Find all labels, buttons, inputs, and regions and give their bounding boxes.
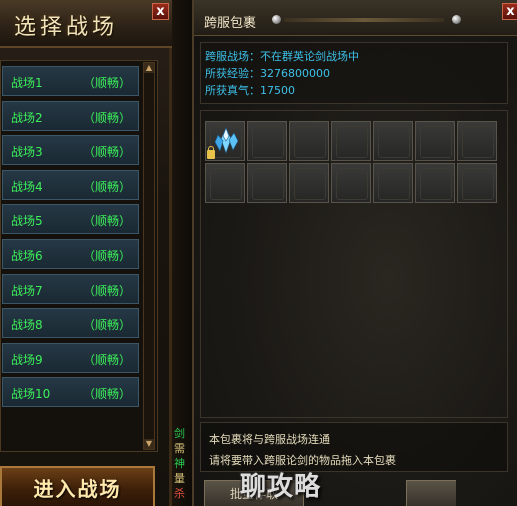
lock-icon [207, 146, 215, 159]
scrollbar[interactable]: ▲ ▼ [143, 62, 155, 450]
close-button[interactable]: x [152, 3, 169, 20]
scroll-down-icon[interactable]: ▼ [144, 439, 154, 449]
package-slot[interactable] [457, 121, 497, 161]
battlefield-item[interactable]: 战场5 （顺畅） [2, 204, 139, 235]
battlefield-status: （顺畅） [83, 352, 132, 367]
side-text-char: 杀 [174, 487, 185, 500]
battlefield-name: 战场7 [11, 283, 43, 298]
battlefield-name: 战场4 [11, 179, 43, 194]
battlefield-name: 战场5 [11, 214, 43, 229]
battlefield-name: 战场1 [11, 76, 43, 90]
close-button[interactable]: x [502, 3, 517, 20]
battlefield-name: 战场9 [11, 352, 43, 367]
battlefield-status: （顺畅） [83, 110, 132, 125]
battlefield-status: （顺畅） [83, 179, 132, 194]
enter-battlefield-button[interactable]: 进入战场 [0, 466, 155, 506]
package-slot[interactable] [205, 163, 245, 203]
package-slot[interactable] [373, 163, 413, 203]
battlefield-name: 战场2 [11, 110, 43, 125]
package-slot[interactable] [289, 163, 329, 203]
orb-icon [272, 15, 281, 24]
panel-title: 选择战场 [14, 15, 119, 40]
battlefield-item[interactable]: 战场6 （顺畅） [2, 239, 139, 269]
package-slot[interactable] [373, 121, 413, 161]
battlefield-status: （顺畅） [83, 387, 132, 402]
package-slot[interactable] [247, 163, 287, 203]
side-text-char: 量 [174, 472, 185, 485]
package-slot[interactable] [247, 121, 287, 161]
package-slot[interactable] [415, 121, 455, 161]
battlefield-item[interactable]: 战场9 （顺畅） [2, 342, 139, 373]
package-slot[interactable] [331, 121, 371, 161]
crystal-icon [214, 127, 239, 154]
side-text: 剑 需 神 量 杀 [174, 426, 188, 501]
battlefield-item[interactable]: 战场10 （顺畅） [2, 377, 139, 408]
battlefield-status-text: 跨服战场：不在群英论剑战场中 [205, 50, 359, 63]
battlefield-name: 战场10 [11, 387, 51, 402]
scroll-up-icon[interactable]: ▲ [144, 63, 154, 73]
battlefield-name: 战场6 [11, 249, 43, 263]
side-text-char: 神 [174, 457, 185, 470]
package-title: 跨服包裹 [204, 16, 257, 31]
package-info: 跨服战场：不在群英论剑战场中 所获经验：3276800000 所获真气：1750… [200, 42, 508, 104]
battlefield-item[interactable]: 战场7 （顺畅） [2, 273, 139, 304]
battlefield-status: （顺畅） [83, 214, 132, 229]
notice-line: 本包裹将与跨服战场连通 [209, 433, 330, 446]
battlefield-status: （顺畅） [83, 249, 132, 263]
battlefield-status: （顺畅） [83, 283, 132, 298]
battlefield-status: （顺畅） [83, 318, 132, 333]
battlefield-item[interactable]: 战场8 （顺畅） [2, 308, 139, 339]
package-slot[interactable] [331, 163, 371, 203]
battlefield-status: （顺畅） [83, 76, 132, 90]
package-slot[interactable] [289, 121, 329, 161]
side-text-char: 剑 [174, 427, 185, 440]
package-notice: 本包裹将与跨服战场连通 请将要带入跨服论剑的物品拖入本包裹 [200, 422, 508, 472]
battlefield-item[interactable]: 战场2 （顺畅） [2, 100, 139, 131]
right-title-bar: 跨服包裹 [194, 0, 517, 36]
battlefield-status: （顺畅） [83, 145, 132, 160]
battlefield-select-panel: 选择战场 x ▲ ▼ 进入战场 战场1 （顺畅） 战场2 （顺畅） 战场3 （顺畅） 战场4… [0, 0, 172, 506]
watermark-logo: 聊攻略 [240, 472, 322, 502]
partial-button[interactable] [406, 480, 456, 506]
left-title-bar: 选择战场 x [0, 0, 172, 48]
package-grid [200, 110, 508, 418]
package-slot[interactable] [205, 121, 245, 161]
battlefield-item[interactable]: 战场4 （顺畅） [2, 169, 139, 200]
battlefield-name: 战场8 [11, 318, 43, 333]
package-slot[interactable] [415, 163, 455, 203]
battlefield-name: 战场3 [11, 145, 43, 160]
true-qi-text: 所获真气：17500 [205, 84, 295, 97]
battlefield-item[interactable]: 战场1 （顺畅） [2, 66, 139, 96]
experience-text: 所获经验：3276800000 [205, 67, 330, 80]
cross-server-package-panel: 跨服包裹 跨服战场：不在群英论剑战场中 所获经验：3276800000 所获真气… [192, 0, 517, 506]
orb-icon [452, 15, 461, 24]
side-text-char: 需 [174, 442, 185, 455]
package-slot[interactable] [457, 163, 497, 203]
battlefield-item[interactable]: 战场3 （顺畅） [2, 135, 139, 166]
title-divider [284, 18, 444, 22]
